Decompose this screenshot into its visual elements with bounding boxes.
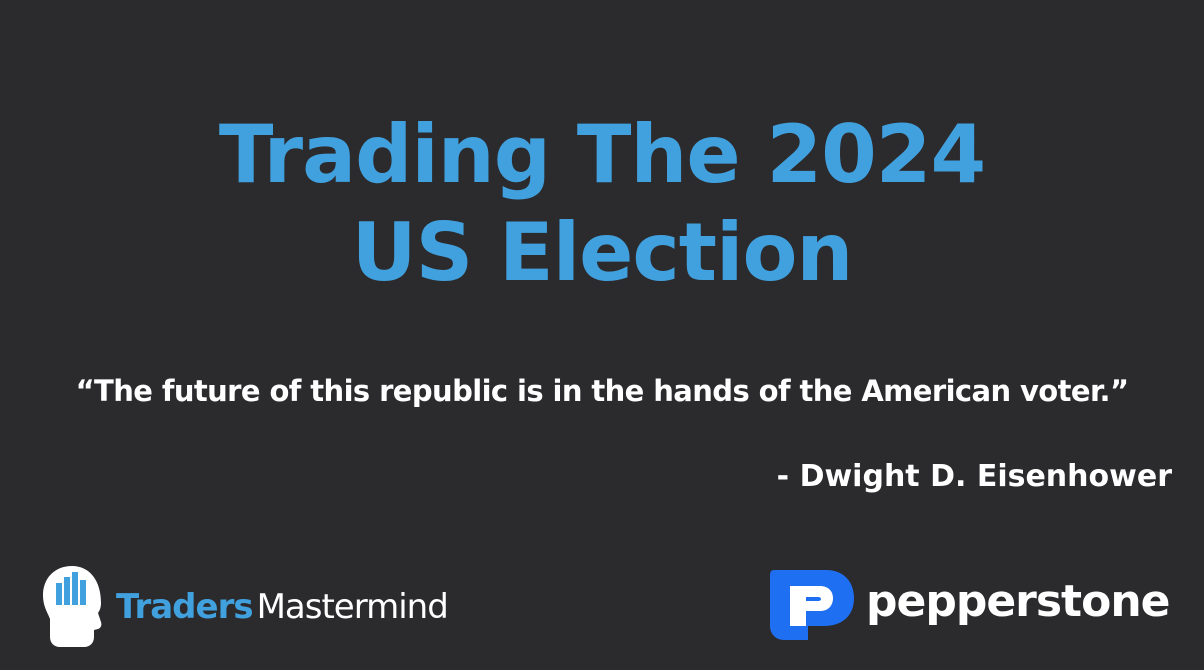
pepperstone-p-mark-icon	[770, 570, 854, 640]
pepperstone-logo: pepperstone	[768, 566, 1178, 648]
title-line-2: US Election	[351, 206, 854, 299]
pepperstone-wordmark: pepperstone	[866, 576, 1170, 627]
quote-attribution: - Dwight D. Eisenhower	[776, 459, 1172, 494]
quote-text: “The future of this republic is in the h…	[75, 374, 1129, 408]
page-title: Trading The 2024 US Election	[0, 106, 1204, 302]
title-line-1: Trading The 2024	[218, 108, 986, 201]
traders-mastermind-logo: Traders Mastermind	[38, 563, 488, 651]
wordmark-traders: Traders	[116, 587, 254, 627]
wordmark-mastermind: Mastermind	[256, 587, 449, 627]
traders-mastermind-wordmark: Traders Mastermind	[116, 585, 449, 629]
head-with-bar-chart-icon	[43, 566, 102, 647]
